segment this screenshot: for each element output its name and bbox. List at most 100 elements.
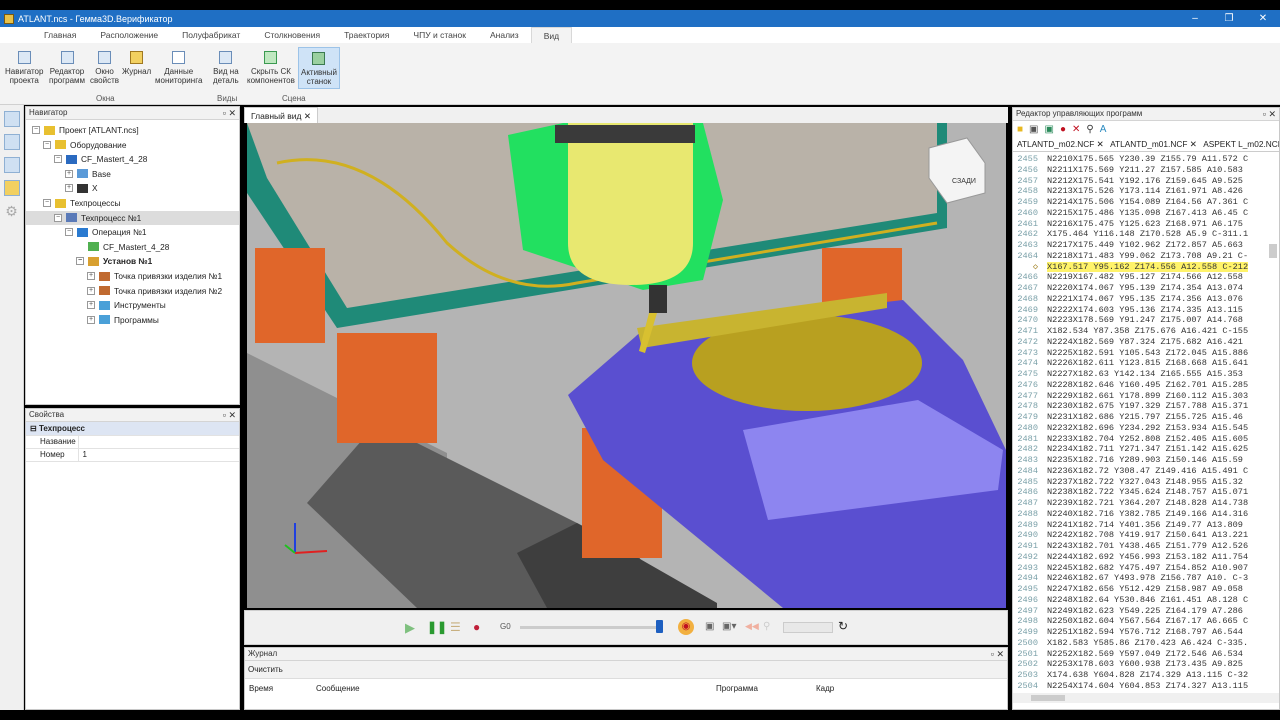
- search-icon[interactable]: ⚲: [1086, 124, 1093, 135]
- column-program[interactable]: Программа: [716, 684, 758, 693]
- column-message[interactable]: Сообщение: [316, 684, 360, 693]
- tab-home[interactable]: Главная: [32, 27, 88, 43]
- code-line[interactable]: 2464 N2218X171.483 Y99.062 Z173.708 A9.21…: [1013, 251, 1279, 262]
- property-value[interactable]: [78, 435, 239, 449]
- tree-item[interactable]: − Операция №1: [65, 225, 147, 239]
- collapse-icon[interactable]: −: [54, 155, 62, 164]
- tab-trajectory[interactable]: Траектория: [332, 27, 401, 43]
- tree-item[interactable]: + Точка привязки изделия №2: [87, 284, 222, 298]
- code-line[interactable]: 2491 N2243X182.701 Y438.465 Z151.779 A12.…: [1013, 541, 1279, 552]
- code-line[interactable]: 2496 N2248X182.64 Y530.846 Z161.451 A8.12…: [1013, 595, 1279, 606]
- part-view-button[interactable]: Вид на деталь: [211, 47, 241, 87]
- collapse-icon[interactable]: −: [43, 140, 51, 149]
- code-line[interactable]: 2486 N2238X182.722 Y345.624 Z148.757 A15.…: [1013, 487, 1279, 498]
- code-line[interactable]: 2503 X174.638 Y604.828 Z174.329 A13.115 C…: [1013, 670, 1279, 681]
- minimize-button[interactable]: –: [1178, 10, 1212, 27]
- code-line[interactable]: 2484 N2236X182.72 Y308.47 Z149.416 A15.49…: [1013, 466, 1279, 477]
- open-icon[interactable]: ■: [1017, 124, 1023, 135]
- properties-window-button[interactable]: Окно свойств: [88, 47, 121, 87]
- collapse-icon[interactable]: −: [32, 126, 40, 134]
- code-line[interactable]: 2475 N2227X182.63 Y142.134 Z165.555 A15.3…: [1013, 369, 1279, 380]
- code-line[interactable]: 2492 N2244X182.692 Y456.993 Z153.182 A11.…: [1013, 552, 1279, 563]
- code-area[interactable]: 2455 N2210X175.565 Y230.39 Z155.79 A11.57…: [1013, 152, 1279, 693]
- code-line[interactable]: 2501 N2252X182.569 Y597.049 Z172.546 A6.5…: [1013, 649, 1279, 660]
- tree-item[interactable]: + Программы: [87, 313, 159, 327]
- vertical-scroll-thumb[interactable]: [1269, 244, 1277, 258]
- tree-item[interactable]: − Проект [ATLANT.ncs]: [32, 123, 139, 137]
- code-line[interactable]: 2498 N2250X182.604 Y567.564 Z167.17 A6.66…: [1013, 616, 1279, 627]
- mode-dropdown-icon[interactable]: ▣▾: [722, 621, 736, 632]
- breakpoint-icon[interactable]: ●: [1060, 124, 1066, 135]
- reset-icon[interactable]: ↻: [838, 619, 848, 633]
- code-line[interactable]: 2468 N2221X174.067 Y95.135 Z174.356 A13.0…: [1013, 294, 1279, 305]
- tree-item[interactable]: + Точка привязки изделия №1: [87, 269, 222, 283]
- code-line[interactable]: 2471 X182.534 Y87.358 Z175.676 A16.421 C-…: [1013, 326, 1279, 337]
- column-time[interactable]: Время: [249, 684, 273, 693]
- tree-item[interactable]: − Оборудование: [43, 138, 126, 152]
- clear-breakpoints-icon[interactable]: ✕: [1072, 124, 1080, 135]
- replace-icon[interactable]: A: [1100, 124, 1107, 135]
- panel-controls[interactable]: ▫ ✕: [223, 107, 236, 119]
- column-frame[interactable]: Кадр: [816, 684, 834, 693]
- panel-controls[interactable]: ▫ ✕: [991, 648, 1004, 660]
- code-line[interactable]: 2488 N2240X182.716 Y382.785 Z149.166 A14.…: [1013, 509, 1279, 520]
- code-line[interactable]: 2455 N2210X175.565 Y230.39 Z155.79 A11.57…: [1013, 154, 1279, 165]
- view-toolbar[interactable]: [555, 125, 695, 143]
- tab-view[interactable]: Вид: [530, 27, 573, 43]
- close-button[interactable]: ✕: [1246, 10, 1280, 27]
- code-line[interactable]: 2467 N2220X174.067 Y95.139 Z174.354 A13.0…: [1013, 283, 1279, 294]
- code-line[interactable]: 2495 N2247X182.656 Y512.429 Z158.987 A9.0…: [1013, 584, 1279, 595]
- progress-thumb[interactable]: [656, 620, 663, 633]
- properties-dock-icon[interactable]: [3, 157, 20, 173]
- tab-cnc-machine[interactable]: ЧПУ и станок: [401, 27, 478, 43]
- tab-collisions[interactable]: Столкновения: [252, 27, 332, 43]
- code-line[interactable]: 2478 N2230X182.675 Y197.329 Z157.788 A15.…: [1013, 401, 1279, 412]
- collapse-icon[interactable]: −: [76, 257, 84, 266]
- code-line[interactable]: 2473 N2225X182.591 Y105.543 Z172.045 A15.…: [1013, 348, 1279, 359]
- journal-dock-icon[interactable]: [3, 180, 20, 196]
- code-line[interactable]: 2466 N2219X167.482 Y95.127 Z174.566 A12.5…: [1013, 272, 1279, 283]
- tree-item[interactable]: − CF_Mastert_4_28: [54, 152, 147, 166]
- code-line[interactable]: 2483 N2235X182.716 Y289.903 Z150.146 A15.…: [1013, 455, 1279, 466]
- code-line[interactable]: 2480 N2232X182.696 Y234.292 Z153.934 A15.…: [1013, 423, 1279, 434]
- editor-dock-icon[interactable]: [3, 134, 20, 150]
- navigator-dock-icon[interactable]: [3, 111, 20, 127]
- active-machine-button[interactable]: Активный станок: [298, 47, 340, 89]
- save-as-icon[interactable]: ▣: [1045, 124, 1054, 135]
- stop-on-collision-button[interactable]: ◉: [678, 619, 694, 635]
- expand-icon[interactable]: +: [87, 315, 95, 324]
- code-line[interactable]: 2460 N2215X175.486 Y135.098 Z167.413 A6.4…: [1013, 208, 1279, 219]
- step-button[interactable]: ☰: [450, 620, 461, 634]
- play-button[interactable]: ▶: [405, 620, 415, 636]
- record-button[interactable]: ●: [473, 620, 480, 634]
- project-navigator-button[interactable]: Навигатор проекта: [3, 47, 45, 87]
- tab-layout[interactable]: Расположение: [88, 27, 170, 43]
- code-line[interactable]: 2482 N2234X182.711 Y271.347 Z151.142 A15.…: [1013, 444, 1279, 455]
- code-line[interactable]: 2477 N2229X182.661 Y178.899 Z160.112 A15.…: [1013, 391, 1279, 402]
- settings-gear-icon[interactable]: ⚙: [4, 203, 20, 219]
- tab-stock[interactable]: Полуфабрикат: [170, 27, 252, 43]
- code-line[interactable]: 2502 N2253X178.603 Y600.938 Z173.435 A9.8…: [1013, 659, 1279, 670]
- code-line[interactable]: 2499 N2251X182.594 Y576.712 Z168.797 A6.5…: [1013, 627, 1279, 638]
- property-value[interactable]: 1: [78, 448, 239, 462]
- filter-icon[interactable]: ⚲: [763, 621, 770, 632]
- editor-tab[interactable]: ATLANTD_m01.NCF ✕: [1108, 137, 1199, 151]
- tree-item[interactable]: − Установ №1: [76, 254, 152, 268]
- expand-icon[interactable]: +: [65, 184, 73, 193]
- horizontal-scrollbar[interactable]: [1013, 693, 1279, 703]
- code-line[interactable]: 2469 N2222X174.603 Y95.136 Z174.335 A13.1…: [1013, 305, 1279, 316]
- hide-component-cs-button[interactable]: Скрыть СК компонентов: [245, 47, 297, 87]
- maximize-button[interactable]: ❐: [1212, 10, 1246, 27]
- code-line[interactable]: 2493 N2245X182.682 Y475.497 Z154.852 A10.…: [1013, 563, 1279, 574]
- tab-analysis[interactable]: Анализ: [478, 27, 531, 43]
- tree-item[interactable]: + Base: [65, 167, 111, 181]
- editor-tab[interactable]: ATLANTD_m02.NCF ✕: [1015, 137, 1106, 151]
- property-section[interactable]: ⊟ Техпроцесс: [26, 422, 239, 436]
- tree-item[interactable]: + Инструменты: [87, 298, 166, 312]
- code-line[interactable]: 2462 X175.464 Y116.148 Z170.528 A5.9 C-31…: [1013, 229, 1279, 240]
- collapse-icon[interactable]: −: [43, 199, 51, 207]
- current-code-line[interactable]: ◇ X167.517 Y95.162 Z174.556 A12.558 C-212: [1013, 261, 1279, 273]
- clear-button[interactable]: Очистить: [245, 661, 1007, 679]
- tab-main-view[interactable]: Главный вид ✕: [244, 107, 318, 123]
- code-line[interactable]: 2489 N2241X182.714 Y401.356 Z149.77 A13.8…: [1013, 520, 1279, 531]
